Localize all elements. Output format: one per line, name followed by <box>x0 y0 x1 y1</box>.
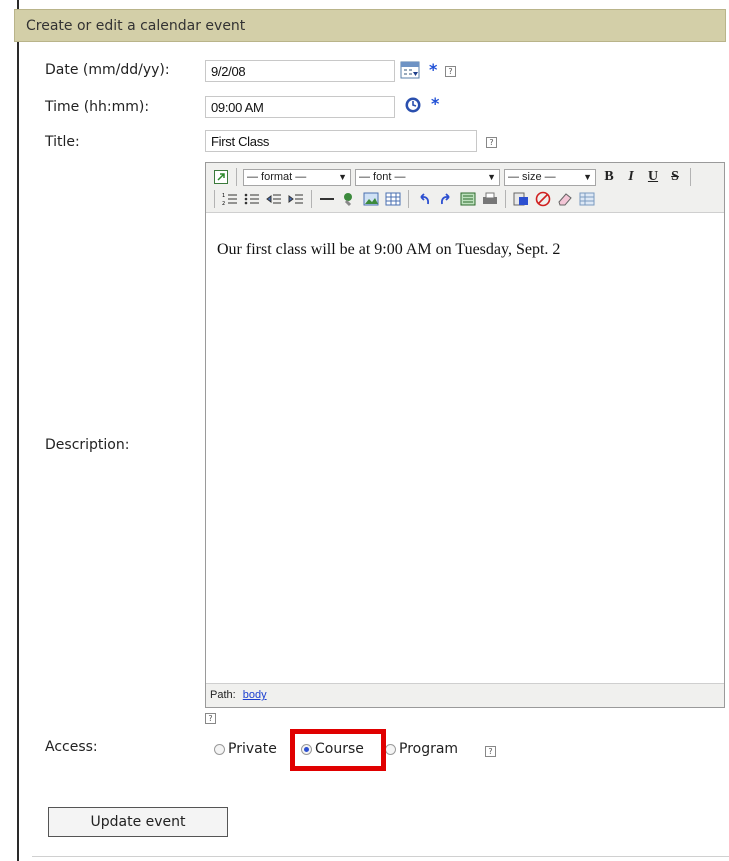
access-option-label: Program <box>399 741 459 757</box>
toolbar-separator <box>505 190 506 208</box>
print-icon[interactable] <box>481 190 499 208</box>
link-icon[interactable] <box>340 190 358 208</box>
path-body-link[interactable]: body <box>243 689 267 701</box>
italic-button[interactable]: I <box>622 168 640 186</box>
form-title: Create or edit a calendar event <box>26 18 246 34</box>
size-select[interactable]: — size — ▼ <box>504 168 596 186</box>
fullscreen-icon[interactable] <box>459 190 477 208</box>
toolbar-separator <box>311 190 312 208</box>
bullet-list-icon[interactable] <box>243 190 261 208</box>
svg-text:2: 2 <box>222 201 225 206</box>
format-select-label: — format — <box>247 171 307 183</box>
time-input[interactable]: 09:00 AM <box>205 96 395 118</box>
chevron-down-icon: ▼ <box>583 172 592 182</box>
radio-icon[interactable] <box>214 743 225 755</box>
toolbar-row-2: 12 <box>212 188 596 210</box>
title-label: Title: <box>45 134 80 150</box>
form-header: Create or edit a calendar event <box>14 9 726 42</box>
paste-word-icon[interactable] <box>512 190 530 208</box>
undo-icon[interactable] <box>415 190 433 208</box>
indent-icon[interactable] <box>287 190 305 208</box>
path-label: Path: <box>210 689 236 701</box>
update-event-button[interactable]: Update event <box>48 807 228 837</box>
image-icon[interactable] <box>362 190 380 208</box>
calendar-icon[interactable] <box>400 61 420 79</box>
format-select[interactable]: — format — ▼ <box>243 168 351 186</box>
font-select[interactable]: — font — ▼ <box>355 168 500 186</box>
toolbar-separator <box>408 190 409 208</box>
rich-text-editor: — format — ▼ — font — ▼ — size — ▼ B I U S … <box>205 162 725 708</box>
title-help-icon[interactable]: ? <box>486 137 497 148</box>
date-required-mark: * <box>429 60 438 79</box>
clock-icon[interactable] <box>404 96 422 114</box>
editor-path-bar: Path: body <box>206 683 724 707</box>
toolbar-separator <box>690 168 691 186</box>
editor-content[interactable]: Our first class will be at 9:00 AM on Tu… <box>206 213 724 685</box>
toolbar-separator <box>236 168 237 186</box>
redo-icon[interactable] <box>437 190 455 208</box>
font-select-label: — font — <box>359 171 406 183</box>
svg-text:1: 1 <box>222 193 225 199</box>
description-label: Description: <box>45 437 130 453</box>
radio-icon[interactable] <box>385 743 396 755</box>
access-radio-private[interactable]: Private <box>214 741 277 757</box>
strikethrough-button[interactable]: S <box>666 168 684 186</box>
eraser-icon[interactable] <box>556 190 574 208</box>
underline-button[interactable]: U <box>644 168 662 186</box>
access-option-label: Private <box>228 741 277 757</box>
access-radio-program[interactable]: Program <box>385 741 458 757</box>
time-label: Time (hh:mm): <box>45 99 150 115</box>
access-help-icon[interactable]: ? <box>485 746 496 757</box>
access-label: Access: <box>45 739 98 755</box>
numbered-list-icon[interactable]: 12 <box>221 190 239 208</box>
table-icon[interactable] <box>384 190 402 208</box>
chevron-down-icon: ▼ <box>338 172 347 182</box>
form-bottom-divider <box>32 856 729 857</box>
editor-toolbar: — format — ▼ — font — ▼ — size — ▼ B I U S … <box>206 163 724 213</box>
remove-font-icon[interactable] <box>534 190 552 208</box>
toolbar-row-1: — format — ▼ — font — ▼ — size — ▼ B I U S <box>212 166 693 188</box>
date-help-icon[interactable]: ? <box>445 66 456 77</box>
bold-button[interactable]: B <box>600 168 618 186</box>
date-input[interactable]: 9/2/08 <box>205 60 395 82</box>
toolbar-separator <box>214 190 215 208</box>
size-select-label: — size — <box>508 171 556 183</box>
outdent-icon[interactable] <box>265 190 283 208</box>
description-help-icon[interactable]: ? <box>205 713 216 724</box>
table-properties-icon[interactable] <box>578 190 596 208</box>
horizontal-rule-icon[interactable] <box>318 190 336 208</box>
time-required-mark: * <box>431 94 440 113</box>
chevron-down-icon: ▼ <box>487 172 496 182</box>
date-label: Date (mm/dd/yy): <box>45 62 170 78</box>
title-input[interactable]: First Class <box>205 130 477 152</box>
course-option-highlight <box>290 729 386 771</box>
toggle-editor-icon[interactable] <box>212 168 230 186</box>
